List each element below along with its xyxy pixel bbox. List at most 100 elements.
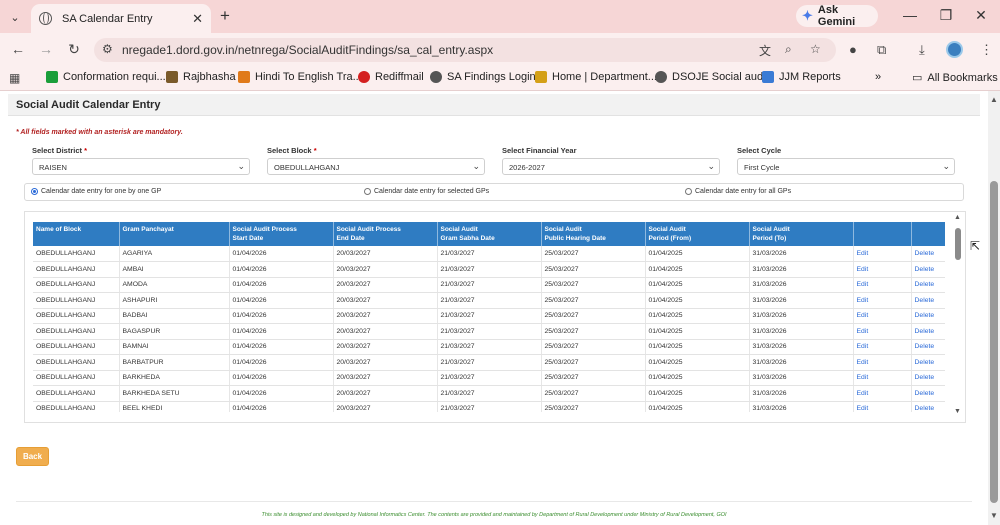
heading-bar: Social Audit Calendar Entry [8, 94, 980, 116]
delete-link[interactable]: Delete [911, 370, 945, 386]
scroll-thumb[interactable] [955, 228, 961, 260]
apps-grid-icon[interactable]: ▦ [9, 71, 20, 85]
table-cell: AGARIYA [119, 246, 230, 262]
scroll-down-icon[interactable]: ▼ [954, 408, 961, 415]
column-header: Social Audit Period (From) [645, 222, 750, 246]
site-info-icon[interactable]: ⚙ [102, 42, 113, 56]
bookmark-item[interactable]: DSOJE Social audit [655, 71, 769, 83]
delete-link[interactable]: Delete [911, 339, 945, 355]
delete-link[interactable]: Delete [911, 246, 945, 262]
bookmark-item[interactable]: Home | Department... [535, 71, 657, 83]
url-text[interactable]: nregade1.dord.gov.in/netnrega/SocialAudi… [122, 43, 493, 57]
table-cell: 31/03/2026 [749, 261, 854, 278]
footer-text: This site is designed and developed by N… [261, 512, 727, 518]
table-cell: 20/03/2027 [333, 308, 438, 324]
download-icon[interactable]: ⤓ [919, 42, 925, 58]
delete-link[interactable]: Delete [911, 354, 945, 371]
edit-link[interactable]: Edit [853, 385, 912, 402]
table-cell: 21/03/2027 [437, 292, 542, 309]
radio-label: Calendar date entry for selected GPs [374, 188, 490, 195]
radio-selected-gps[interactable]: Calendar date entry for selected GPs [364, 188, 489, 195]
block-select[interactable]: OBEDULLAHGANJ ⌄ [267, 158, 485, 175]
reload-icon[interactable]: ↻ [66, 41, 82, 58]
calendar-grid-scroll[interactable]: Name of Block Gram Panchayat Social Audit … [33, 222, 945, 412]
column-header: Social Audit Public Hearing Date [541, 222, 646, 246]
minimize-button[interactable]: — [900, 7, 920, 23]
edit-link[interactable]: Edit [853, 370, 912, 386]
scroll-up-icon[interactable]: ▲ [954, 214, 961, 221]
delete-link[interactable]: Delete [911, 385, 945, 402]
table-cell: 20/03/2027 [333, 385, 438, 402]
financial-year-select[interactable]: 2026-2027 ⌄ [502, 158, 720, 175]
table-cell: 01/04/2025 [645, 401, 750, 412]
edit-link[interactable]: Edit [853, 292, 912, 309]
delete-link[interactable]: Delete [911, 308, 945, 324]
edit-link[interactable]: Edit [853, 339, 912, 355]
edit-link[interactable]: Edit [853, 261, 912, 278]
radio-all-gps[interactable]: Calendar date entry for all GPs [685, 188, 791, 195]
edit-link[interactable]: Edit [853, 308, 912, 324]
active-tab[interactable]: SA Calendar Entry ✕ [31, 4, 211, 33]
cookie-extension-icon[interactable]: ● [849, 42, 857, 57]
grid-scrollbar[interactable]: ▲ ▼ [952, 212, 964, 422]
edit-link[interactable]: Edit [853, 401, 912, 412]
district-select[interactable]: RAISEN ⌄ [32, 158, 250, 175]
table-cell: 25/03/2027 [541, 277, 646, 293]
radio-one-by-one[interactable]: Calendar date entry for one by one GP [31, 188, 161, 195]
page-scrollbar[interactable]: ▲ ▼ [988, 91, 1000, 525]
scroll-thumb[interactable] [990, 181, 998, 503]
table-cell: 20/03/2027 [333, 339, 438, 355]
close-tab-icon[interactable]: ✕ [192, 11, 203, 27]
radio-label: Calendar date entry for all GPs [695, 188, 792, 195]
bookmark-star-icon[interactable]: ☆ [810, 42, 821, 56]
edit-link[interactable]: Edit [853, 323, 912, 340]
profile-avatar[interactable] [946, 41, 963, 58]
back-button[interactable]: Back [16, 447, 49, 466]
delete-link[interactable]: Delete [911, 323, 945, 340]
back-arrow-icon[interactable]: ← [10, 41, 26, 57]
extensions-puzzle-icon[interactable]: ⧉ [877, 42, 886, 58]
table-cell: 21/03/2027 [437, 308, 542, 324]
forward-arrow-icon[interactable]: → [38, 41, 54, 57]
scroll-up-icon[interactable]: ▲ [990, 95, 998, 104]
bookmark-item[interactable]: Hindi To English Tra... [238, 71, 362, 83]
column-header: Social Audit Gram Sabha Date [437, 222, 542, 246]
table-cell: 01/04/2025 [645, 308, 750, 324]
tab-search-chevron-icon[interactable]: ⌄ [4, 6, 26, 28]
zoom-icon[interactable]: ⌕ [785, 42, 792, 57]
table-cell: 25/03/2027 [541, 370, 646, 386]
cycle-select[interactable]: First Cycle ⌄ [737, 158, 955, 175]
table-cell: 31/03/2026 [749, 385, 854, 402]
edit-link[interactable]: Edit [853, 354, 912, 371]
bookmark-item[interactable]: SA Findings Login [430, 71, 536, 83]
close-window-button[interactable]: ✕ [971, 7, 991, 24]
table-row: OBEDULLAHGANJ BAMNAI 01/04/2026 20/03/2027 2… [33, 339, 945, 355]
edit-link[interactable]: Edit [853, 246, 912, 262]
bookmark-favicon-icon [358, 71, 370, 83]
delete-link[interactable]: Delete [911, 277, 945, 293]
column-header [853, 222, 912, 246]
table-cell: 20/03/2027 [333, 277, 438, 293]
delete-link[interactable]: Delete [911, 401, 945, 412]
bookmark-item[interactable]: Rajbhasha [166, 71, 236, 83]
calendar-grid-frame: Name of Block Gram Panchayat Social Audit … [24, 211, 966, 423]
bookmark-item[interactable]: JJM Reports [762, 71, 841, 83]
address-bar[interactable]: ⚙ nregade1.dord.gov.in/netnrega/SocialAu… [94, 38, 836, 62]
bookmarks-overflow-icon[interactable]: » [875, 71, 881, 83]
kebab-menu-icon[interactable]: ⋮ [980, 42, 993, 58]
all-bookmarks-button[interactable]: ▭ All Bookmarks [912, 71, 998, 85]
new-tab-button[interactable]: + [220, 6, 230, 26]
bookmark-item[interactable]: Conformation requi... [46, 71, 166, 83]
ask-gemini-button[interactable]: ✦ Ask Gemini [796, 4, 878, 28]
table-cell: OBEDULLAHGANJ [33, 246, 120, 262]
table-body: OBEDULLAHGANJ AGARIYA 01/04/2026 20/03/2027… [33, 246, 945, 412]
delete-link[interactable]: Delete [911, 261, 945, 278]
delete-link[interactable]: Delete [911, 292, 945, 309]
restore-button[interactable]: ❐ [936, 7, 956, 24]
bookmark-item[interactable]: Rediffmail [358, 71, 424, 83]
table-cell: 01/04/2026 [229, 401, 334, 412]
edit-link[interactable]: Edit [853, 277, 912, 293]
scroll-down-icon[interactable]: ▼ [990, 511, 998, 520]
translate-icon[interactable]: 文 [759, 42, 771, 59]
table-cell: 20/03/2027 [333, 246, 438, 262]
